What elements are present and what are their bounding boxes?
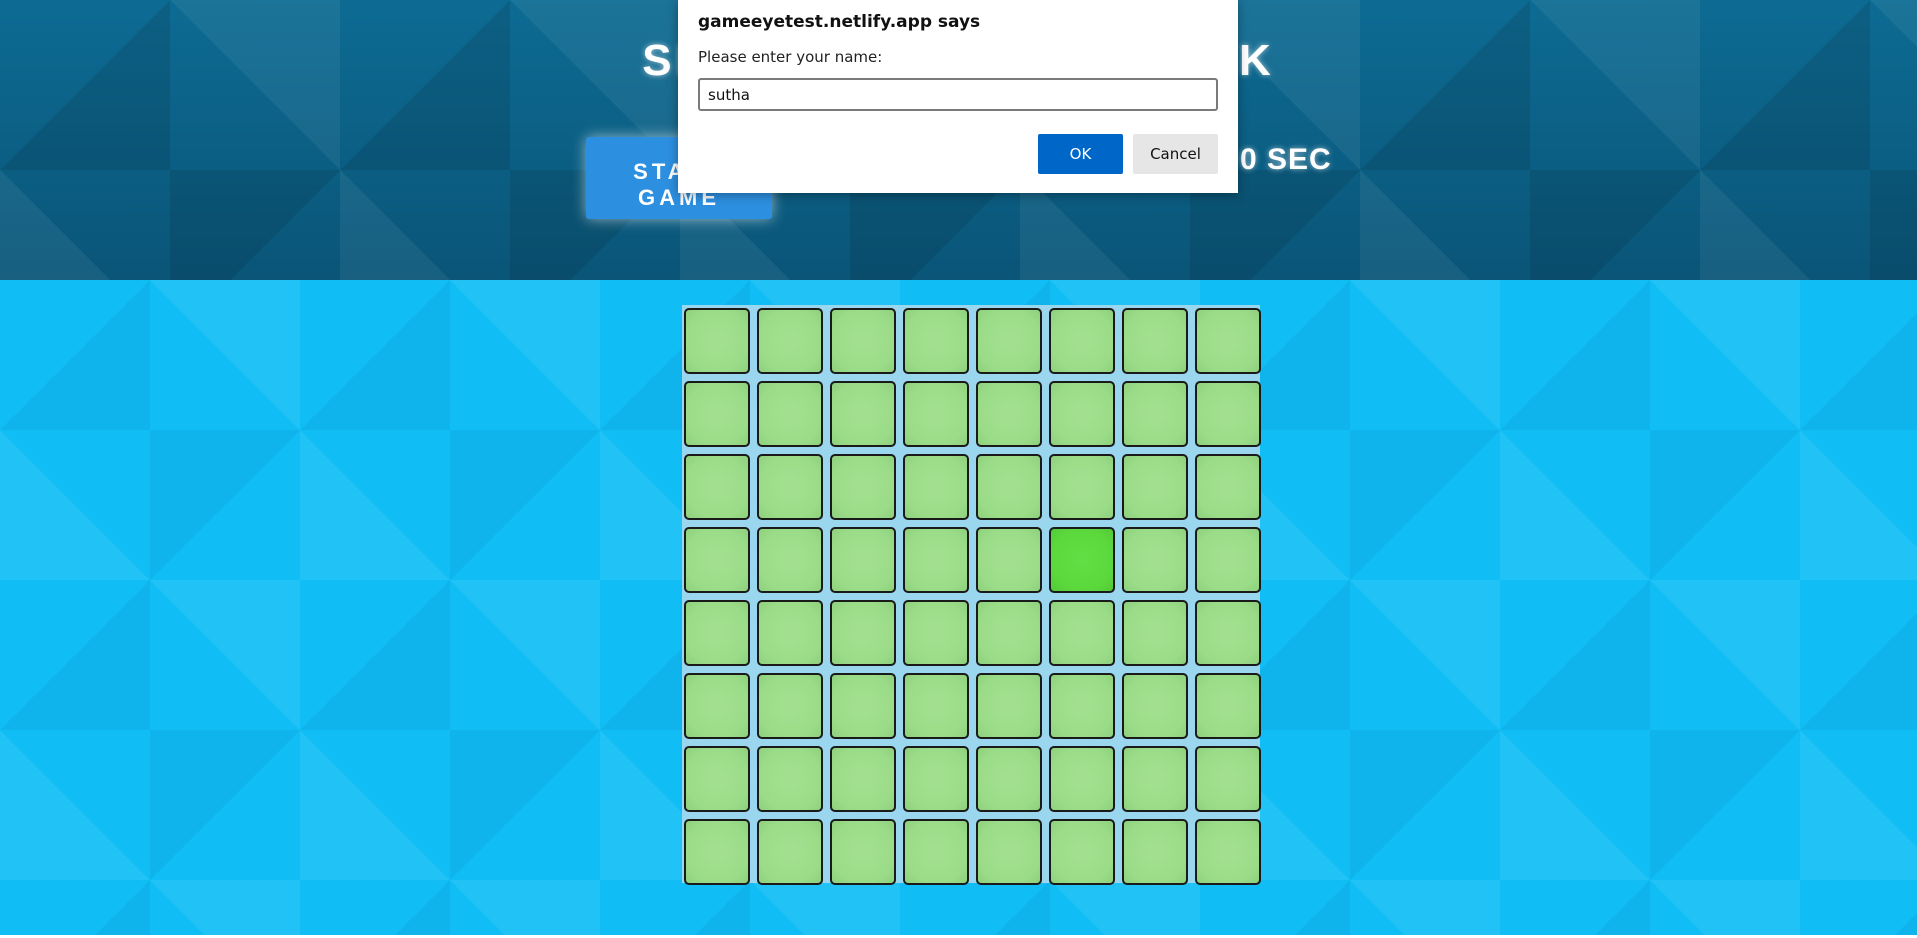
board-cell[interactable]: [1122, 527, 1188, 593]
board-cell[interactable]: [684, 746, 750, 812]
board-cell[interactable]: [1122, 819, 1188, 885]
board-cell[interactable]: [903, 381, 969, 447]
board-cell[interactable]: [903, 673, 969, 739]
board-cell[interactable]: [830, 381, 896, 447]
board-cell[interactable]: [1122, 673, 1188, 739]
board-cell[interactable]: [1195, 673, 1261, 739]
board-cell[interactable]: [976, 746, 1042, 812]
board-cell[interactable]: [1122, 454, 1188, 520]
dialog-title: gameeyetest.netlify.app says: [698, 12, 981, 32]
board-cell[interactable]: [757, 308, 823, 374]
board-cell[interactable]: [1195, 746, 1261, 812]
board-cell[interactable]: [1195, 819, 1261, 885]
board-cell[interactable]: [684, 600, 750, 666]
board-cell[interactable]: [757, 673, 823, 739]
board-cell[interactable]: [757, 454, 823, 520]
board-cell[interactable]: [1122, 600, 1188, 666]
timer-display: 0 SEC: [1240, 143, 1332, 176]
board-cell[interactable]: [1049, 746, 1115, 812]
board-cell[interactable]: [684, 308, 750, 374]
name-input[interactable]: [698, 78, 1218, 111]
board-cell[interactable]: [976, 673, 1042, 739]
board-cell[interactable]: [1195, 527, 1261, 593]
board-cell[interactable]: [903, 819, 969, 885]
board-cell[interactable]: [1195, 600, 1261, 666]
board-cell[interactable]: [1195, 381, 1261, 447]
board-cell[interactable]: [1049, 673, 1115, 739]
game-board: [682, 305, 1261, 885]
board-cell[interactable]: [1049, 454, 1115, 520]
board-cell[interactable]: [757, 819, 823, 885]
prompt-dialog: gameeyetest.netlify.app says Please ente…: [678, 0, 1238, 193]
board-cell[interactable]: [1049, 381, 1115, 447]
board-cell[interactable]: [757, 746, 823, 812]
board-cell[interactable]: [1049, 600, 1115, 666]
board-cell[interactable]: [830, 746, 896, 812]
board-cell[interactable]: [1195, 454, 1261, 520]
board-cell[interactable]: [1195, 308, 1261, 374]
board-cell[interactable]: [830, 527, 896, 593]
board-cell[interactable]: [684, 819, 750, 885]
board-cell[interactable]: [1122, 381, 1188, 447]
board-cell[interactable]: [1122, 746, 1188, 812]
board-cell[interactable]: [976, 454, 1042, 520]
board-cell[interactable]: [976, 527, 1042, 593]
board-cell[interactable]: [903, 600, 969, 666]
board-cell[interactable]: [903, 308, 969, 374]
board-cell-odd[interactable]: [1049, 527, 1115, 593]
board-cell[interactable]: [1049, 308, 1115, 374]
board-cell[interactable]: [903, 527, 969, 593]
board-cell[interactable]: [684, 527, 750, 593]
board-cell[interactable]: [830, 308, 896, 374]
board-cell[interactable]: [976, 600, 1042, 666]
board-cell[interactable]: [757, 600, 823, 666]
board-cell[interactable]: [830, 673, 896, 739]
board-cell[interactable]: [684, 454, 750, 520]
board-cell[interactable]: [757, 381, 823, 447]
dialog-message: Please enter your name:: [698, 48, 883, 66]
board-cell[interactable]: [1122, 308, 1188, 374]
board-cell[interactable]: [976, 819, 1042, 885]
board-cell[interactable]: [830, 454, 896, 520]
cancel-button[interactable]: Cancel: [1133, 134, 1218, 174]
board-cell[interactable]: [903, 454, 969, 520]
play-area: [0, 280, 1917, 938]
board-cell[interactable]: [830, 600, 896, 666]
board-cell[interactable]: [976, 381, 1042, 447]
board-cell[interactable]: [684, 673, 750, 739]
board-cell[interactable]: [1049, 819, 1115, 885]
board-cell[interactable]: [976, 308, 1042, 374]
board-cell[interactable]: [684, 381, 750, 447]
board-cell[interactable]: [903, 746, 969, 812]
board-cell[interactable]: [830, 819, 896, 885]
board-cell[interactable]: [757, 527, 823, 593]
ok-button[interactable]: OK: [1038, 134, 1123, 174]
